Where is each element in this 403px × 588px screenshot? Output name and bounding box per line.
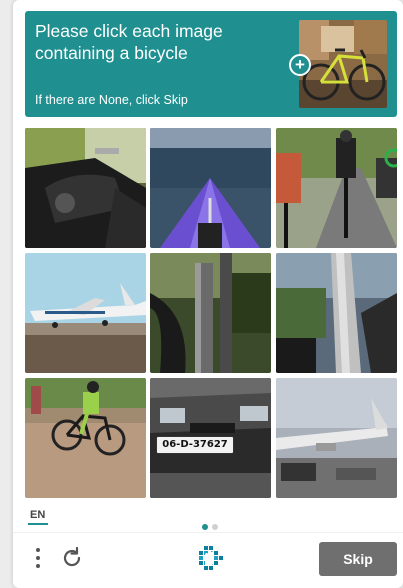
image-tile-5[interactable]: [150, 253, 271, 373]
bicycle-fork-photo: [150, 253, 271, 373]
image-grid: 06-D-37627: [25, 128, 397, 498]
image-tile-1[interactable]: [25, 128, 146, 248]
airliner-photo: [276, 378, 397, 498]
prompt-line-1: Please click each image: [35, 21, 223, 41]
challenge-prompt: Please click each image containing a bic…: [25, 11, 397, 117]
image-tile-8[interactable]: 06-D-37627: [150, 378, 271, 498]
image-tile-6[interactable]: [276, 253, 397, 373]
kayak-photo: [150, 128, 271, 248]
prompt-line-2: containing a bicycle: [35, 43, 188, 63]
image-tile-3[interactable]: [276, 128, 397, 248]
jet-plane-photo: [25, 253, 146, 373]
image-tile-4[interactable]: [25, 253, 146, 373]
prompt-subtext: If there are None, click Skip: [35, 93, 188, 107]
example-image: [299, 20, 387, 108]
kebab-menu-icon[interactable]: [35, 546, 43, 570]
page-dot-active[interactable]: [202, 524, 208, 530]
language-selector[interactable]: EN: [30, 509, 45, 521]
image-tile-2[interactable]: [150, 128, 271, 248]
skip-button[interactable]: Skip: [319, 542, 397, 576]
hcaptcha-logo-icon: [199, 546, 223, 570]
motorcycle-photo: [25, 128, 146, 248]
cyclists-road-photo: [276, 128, 397, 248]
image-tile-9[interactable]: [276, 378, 397, 498]
captcha-challenge: Please click each image containing a bic…: [13, 0, 403, 588]
refresh-icon[interactable]: [60, 546, 84, 570]
prompt-text: Please click each image containing a bic…: [35, 20, 280, 64]
license-plate: 06-D-37627: [156, 436, 234, 454]
bicycle-rider-pov-photo: [276, 253, 397, 373]
mountain-biker-photo: [25, 378, 146, 498]
language-underline: [28, 523, 48, 525]
plus-icon[interactable]: +: [289, 54, 311, 76]
page-dot-inactive[interactable]: [212, 524, 218, 530]
image-tile-7[interactable]: [25, 378, 146, 498]
footer-divider: [13, 532, 403, 533]
